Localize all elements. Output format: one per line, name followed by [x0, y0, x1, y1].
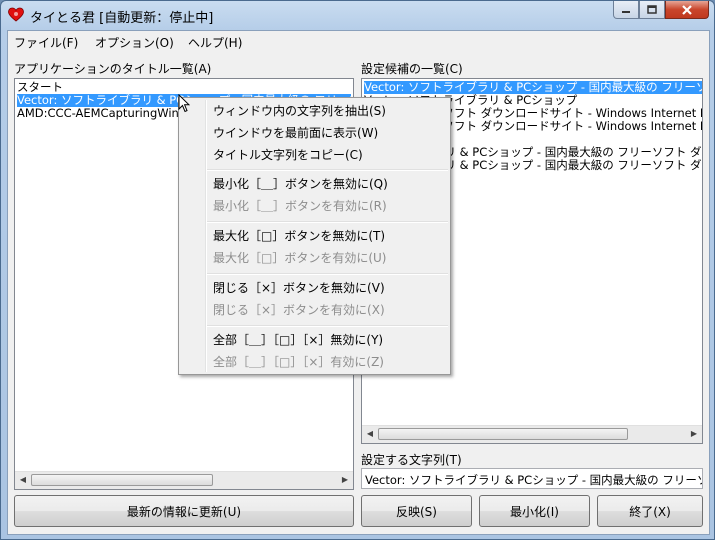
scroll-right-icon[interactable]: ▶ — [689, 429, 699, 439]
minimize-window-button[interactable] — [613, 1, 639, 19]
menu-separator — [207, 273, 448, 275]
close-icon — [682, 4, 692, 15]
left-horizontal-scrollbar[interactable]: ◀ ▶ — [15, 471, 353, 489]
menu-item-enable-minimize: 最小化［＿］ボタンを有効に(R) — [213, 199, 387, 213]
scroll-left-icon[interactable]: ◀ — [365, 429, 375, 439]
menu-item-enable-close: 閉じる［×］ボタンを有効に(X) — [213, 303, 385, 317]
menu-separator — [207, 221, 448, 223]
scroll-right-icon[interactable]: ▶ — [340, 475, 350, 485]
setting-string-label: 設定する文字列(T) — [361, 453, 462, 467]
menu-item-enable-maximize: 最大化［□］ボタンを有効に(U) — [213, 251, 387, 265]
list-item[interactable]: AMD:CCC-AEMCapturingWindow — [17, 107, 203, 120]
menu-item-extract-text[interactable]: ウィンドウ内の文字列を抽出(S) — [213, 100, 386, 122]
menu-gutter — [205, 100, 207, 372]
menu-item-disable-close[interactable]: 閉じる［×］ボタンを無効に(V) — [213, 277, 385, 299]
menu-item-bring-to-front[interactable]: ウインドウを最前面に表示(W) — [213, 122, 378, 144]
mouse-cursor-icon — [178, 94, 190, 113]
heart-icon — [8, 7, 24, 22]
menu-separator — [207, 325, 448, 327]
menu-bar: ファイル(F) オプション(O) ヘルプ(H) — [8, 31, 709, 51]
window-title: タイとる君 [自動更新：停止中] — [30, 11, 214, 26]
apply-button[interactable]: 反映(S) — [361, 495, 472, 527]
menu-item-enable-all: 全部［＿］［□］［×］有効に(Z) — [213, 355, 384, 369]
setting-string-input[interactable]: Vector: ソフトライブラリ & PCショップ - 国内最大級の フリーソフ… — [361, 468, 703, 489]
menu-item-copy-title[interactable]: タイトル文字列をコピー(C) — [213, 144, 363, 166]
minimize-button[interactable]: 最小化(I) — [479, 495, 590, 527]
menu-help[interactable]: ヘルプ(H) — [188, 34, 242, 51]
menu-item-disable-all[interactable]: 全部［＿］［□］［×］無効に(Y) — [213, 329, 383, 351]
right-horizontal-scrollbar[interactable]: ◀ ▶ — [362, 425, 702, 443]
maximize-window-button[interactable] — [639, 1, 665, 19]
menu-file[interactable]: ファイル(F) — [14, 34, 78, 51]
menu-item-disable-minimize[interactable]: 最小化［＿］ボタンを無効に(Q) — [213, 173, 388, 195]
app-title-list-label: アプリケーションのタイトル一覧(A) — [14, 62, 212, 76]
menu-separator — [207, 169, 448, 171]
menu-item-disable-maximize[interactable]: 最大化［□］ボタンを無効に(T) — [213, 225, 385, 247]
minimize-icon — [622, 10, 630, 13]
scroll-thumb[interactable] — [378, 428, 628, 440]
menu-options[interactable]: オプション(O) — [95, 34, 174, 51]
exit-button[interactable]: 終了(X) — [597, 495, 703, 527]
scroll-left-icon[interactable]: ◀ — [18, 475, 28, 485]
close-window-button[interactable] — [665, 1, 709, 19]
refresh-button[interactable]: 最新の情報に更新(U) — [14, 495, 354, 527]
maximize-icon — [647, 5, 657, 14]
title-bar[interactable]: タイとる君 [自動更新：停止中] — [1, 1, 714, 29]
scroll-thumb[interactable] — [31, 474, 213, 486]
context-menu: ウィンドウ内の文字列を抽出(S) ウインドウを最前面に表示(W) タイトル文字列… — [178, 97, 451, 375]
candidate-list-label: 設定候補の一覧(C) — [361, 62, 463, 76]
